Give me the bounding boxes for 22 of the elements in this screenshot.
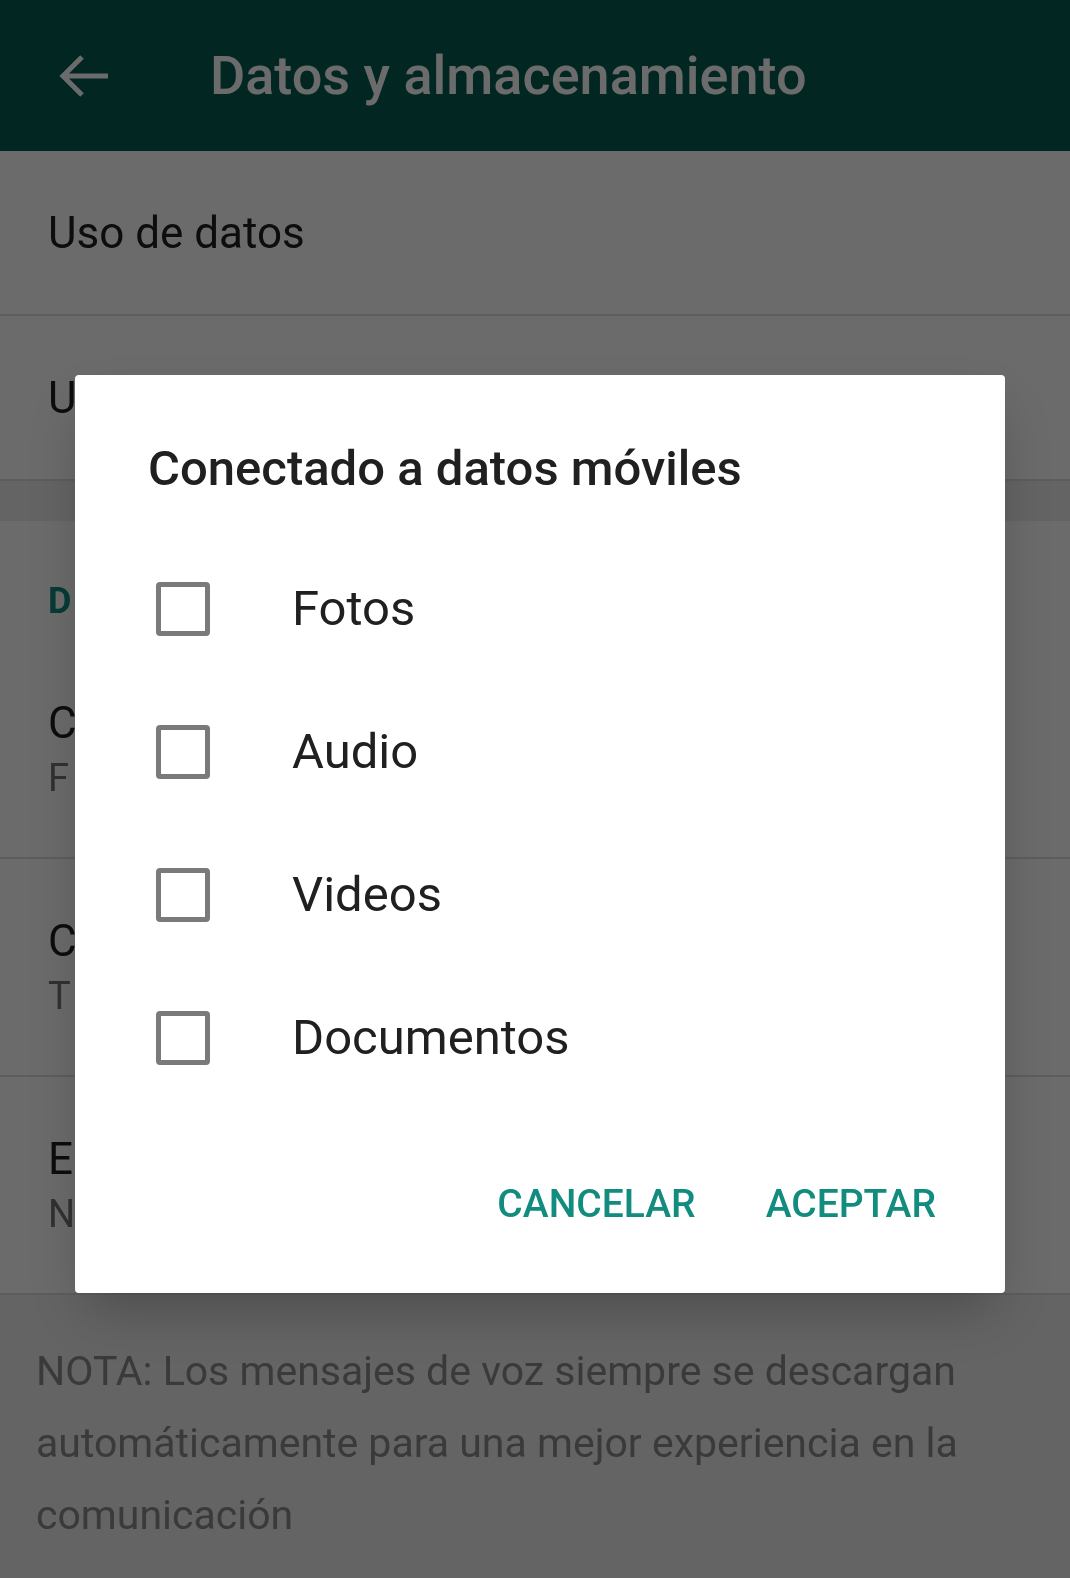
settings-subtitle: F [48,755,69,802]
settings-item[interactable]: U [48,364,77,431]
checkbox[interactable] [156,581,210,636]
checkbox[interactable] [156,724,210,779]
page-title: Datos y almacenamiento [210,43,807,109]
option-label: Videos [292,864,442,925]
dialog-button[interactable]: CANCELAR [497,1174,696,1233]
option-label: Fotos [292,578,416,639]
option-label: Audio [292,721,419,782]
checkbox[interactable] [156,867,210,922]
dialog-button[interactable]: ACEPTAR [765,1174,936,1233]
settings-subtitle: T [48,973,71,1020]
option-label: Documentos [292,1007,570,1068]
back-arrow-icon[interactable] [58,53,110,98]
section-header: D [48,579,72,624]
settings-item[interactable]: C [48,694,77,752]
checkbox[interactable] [156,1010,210,1065]
dialog-title: Conectado a datos móviles [148,439,743,499]
settings-item[interactable]: C [48,912,77,970]
settings-item[interactable]: Uso de datos [48,199,305,266]
settings-subtitle: N [48,1191,76,1238]
settings-item[interactable]: E [48,1130,73,1188]
